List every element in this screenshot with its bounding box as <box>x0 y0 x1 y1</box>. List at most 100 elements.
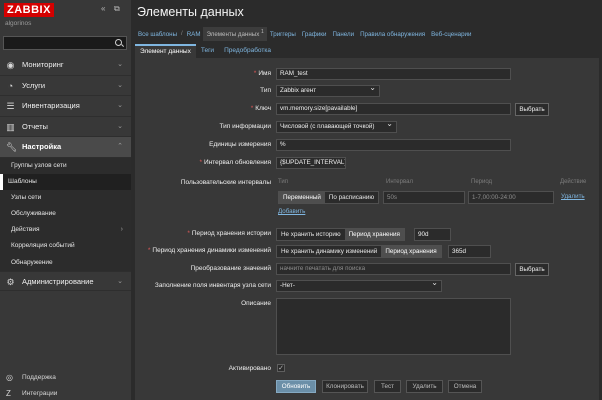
info-type-label: Тип информации <box>219 123 271 130</box>
menu-item-label: Интеграции <box>22 390 58 397</box>
valuemap-input[interactable]: начните печатать для поиска <box>276 263 511 275</box>
submenu-item-maintenance[interactable]: Обслуживание <box>0 206 131 222</box>
key-field[interactable]: vm.memory.size[pavailable] <box>276 103 511 115</box>
cancel-button[interactable]: Отмена <box>448 380 482 393</box>
column-header-type: Тип <box>278 179 289 185</box>
history-toggle[interactable]: Не хранить историю Период хранения <box>276 228 405 241</box>
breadcrumb: Все шаблоны / RAM Элементы данных 1 Триг… <box>135 27 474 41</box>
tab-preprocessing[interactable]: Предобработка <box>219 44 276 58</box>
select-valuemap-button[interactable]: Выбрать <box>515 263 549 276</box>
trends-do-not-keep-option[interactable]: Не хранить динамику изменений <box>277 246 382 257</box>
interval-field[interactable]: {$UPDATE_INTERVAL} <box>276 157 346 169</box>
history-label: * Период хранения истории <box>187 230 271 237</box>
breadcrumb-all-templates[interactable]: Все шаблоны <box>135 29 180 40</box>
menu-item-monitoring[interactable]: ◉ Мониторинг ⌄ <box>0 55 131 76</box>
info-type-select[interactable]: Числовой (с плавающей точкой) <box>276 121 397 133</box>
sidebar: ZABBIX « ⧉ algorinos ◉ Мониторинг ⌄ ◔ Ус… <box>0 0 131 400</box>
list-icon: ☰ <box>6 101 15 111</box>
history-period-field[interactable]: 90d <box>414 228 451 241</box>
valuemap-label: Преобразование значений <box>190 265 271 272</box>
custom-intervals-label: Пользовательские интервалы <box>180 179 271 186</box>
name-label: * Имя <box>253 70 271 77</box>
name-label-text: Имя <box>258 70 271 77</box>
chart-icon: ▥ <box>6 121 15 132</box>
trends-period-field[interactable]: 365d <box>448 245 491 258</box>
inventory-select[interactable]: -Нет- <box>276 280 442 292</box>
description-textarea[interactable] <box>276 298 511 355</box>
kiosk-mode-icon[interactable]: ⧉ <box>114 5 120 13</box>
history-do-not-keep-option[interactable]: Не хранить историю <box>277 229 345 240</box>
breadcrumb-template[interactable]: RAM <box>184 29 204 40</box>
trends-toggle[interactable]: Не хранить динамику изменений Период хра… <box>276 245 442 258</box>
trends-label-text: Период хранения динамики изменений <box>152 247 271 254</box>
trends-label: * Период хранения динамики изменений <box>147 247 271 254</box>
update-button[interactable]: Обновить <box>276 380 316 393</box>
menu-item-integrations[interactable]: Z Интеграции <box>0 386 131 400</box>
chevron-down-icon: ⌄ <box>117 81 123 89</box>
chevron-down-icon: ⌄ <box>117 277 123 285</box>
submenu-item-hosts[interactable]: Узлы сети <box>0 190 131 206</box>
delete-button[interactable]: Удалить <box>406 380 443 393</box>
add-interval-link[interactable]: Добавить <box>278 208 305 215</box>
submenu-item-discovery[interactable]: Обнаружение <box>0 255 131 271</box>
clone-button[interactable]: Клонировать <box>322 380 368 393</box>
chevron-down-icon: ⌄ <box>117 61 123 68</box>
scheduling-option[interactable]: По расписанию <box>324 192 379 203</box>
menu-item-label: Поддержка <box>22 374 56 381</box>
collapse-sidebar-icon[interactable]: « <box>101 5 105 13</box>
trends-storage-period-option[interactable]: Период хранения <box>381 246 441 257</box>
column-header-period: Период <box>471 179 493 185</box>
remove-interval-link[interactable]: Удалить <box>561 193 585 200</box>
submenu-item-actions[interactable]: Действия › <box>0 222 131 238</box>
chevron-right-icon: › <box>120 226 123 234</box>
menu-item-support[interactable]: ◎ Поддержка <box>0 370 131 386</box>
units-label: Единицы измерения <box>209 141 271 148</box>
breadcrumb-graphs[interactable]: Графики <box>299 29 330 40</box>
search-icon[interactable] <box>115 39 122 46</box>
type-label: Тип <box>260 87 271 94</box>
chevron-down-icon: ⌄ <box>117 122 123 130</box>
menu-item-inventory[interactable]: ☰ Инвентаризация ⌄ <box>0 96 131 117</box>
name-field[interactable]: RAM_test <box>276 68 511 80</box>
flexible-option[interactable]: Переменный <box>279 192 325 203</box>
breadcrumb-discovery-rules[interactable]: Правила обнаружения <box>357 29 428 40</box>
custom-interval-field[interactable]: 50s <box>383 191 465 204</box>
breadcrumb-web-scenarios[interactable]: Веб-сценарии <box>428 29 474 40</box>
submenu-item-event-correlation[interactable]: Корреляция событий <box>0 238 131 254</box>
tab-item[interactable]: Элемент данных <box>135 44 196 58</box>
support-icon: ◎ <box>6 373 13 382</box>
menu-item-label: Инвентаризация <box>22 101 80 110</box>
units-field[interactable]: % <box>276 139 511 151</box>
description-label: Описание <box>241 300 271 307</box>
select-key-button[interactable]: Выбрать <box>515 103 549 116</box>
menu-item-label: Настройка <box>22 142 62 151</box>
zabbix-logo[interactable]: ZABBIX <box>4 3 54 17</box>
breadcrumb-dashboards[interactable]: Панели <box>329 29 357 40</box>
search-input[interactable] <box>3 36 127 50</box>
custom-period-field[interactable]: 1-7,00:00-24:00 <box>468 191 554 204</box>
history-label-text: Период хранения истории <box>191 230 271 237</box>
submenu-item-templates[interactable]: Шаблоны <box>0 173 131 190</box>
key-label: * Ключ <box>250 105 271 112</box>
menu-item-label: Администрирование <box>22 276 94 286</box>
history-storage-period-option[interactable]: Период хранения <box>344 229 404 240</box>
column-header-action: Действие <box>560 179 587 185</box>
test-button[interactable]: Тест <box>374 380 401 393</box>
interval-type-toggle[interactable]: Переменный По расписанию <box>278 191 380 204</box>
breadcrumb-triggers[interactable]: Триггеры <box>267 29 299 40</box>
menu-item-administration[interactable]: ⚙ Администрирование ⌄ <box>0 270 131 292</box>
menu-item-reports[interactable]: ▥ Отчеты ⌄ <box>0 117 131 137</box>
menu-item-configuration[interactable]: 🔧︎ Настройка ⌃ <box>0 137 131 158</box>
menu-item-label: Услуги <box>22 80 46 90</box>
type-select[interactable]: Zabbix агент <box>276 85 380 97</box>
services-icon: ◔ <box>7 80 14 91</box>
server-name: algorinos <box>5 20 32 27</box>
submenu-item-host-groups[interactable]: Группы узлов сети <box>0 158 131 174</box>
menu-item-services[interactable]: ◔ Услуги ⌄ <box>0 76 131 96</box>
tab-tags[interactable]: Теги <box>196 44 219 58</box>
interval-label-text: Интервал обновления <box>204 159 271 166</box>
main-content: Элементы данных Все шаблоны / RAM Элемен… <box>131 0 602 400</box>
breadcrumb-separator: / <box>181 31 183 37</box>
enabled-checkbox[interactable]: ✓ <box>277 364 285 372</box>
breadcrumb-items[interactable]: Элементы данных 1 <box>203 27 267 41</box>
